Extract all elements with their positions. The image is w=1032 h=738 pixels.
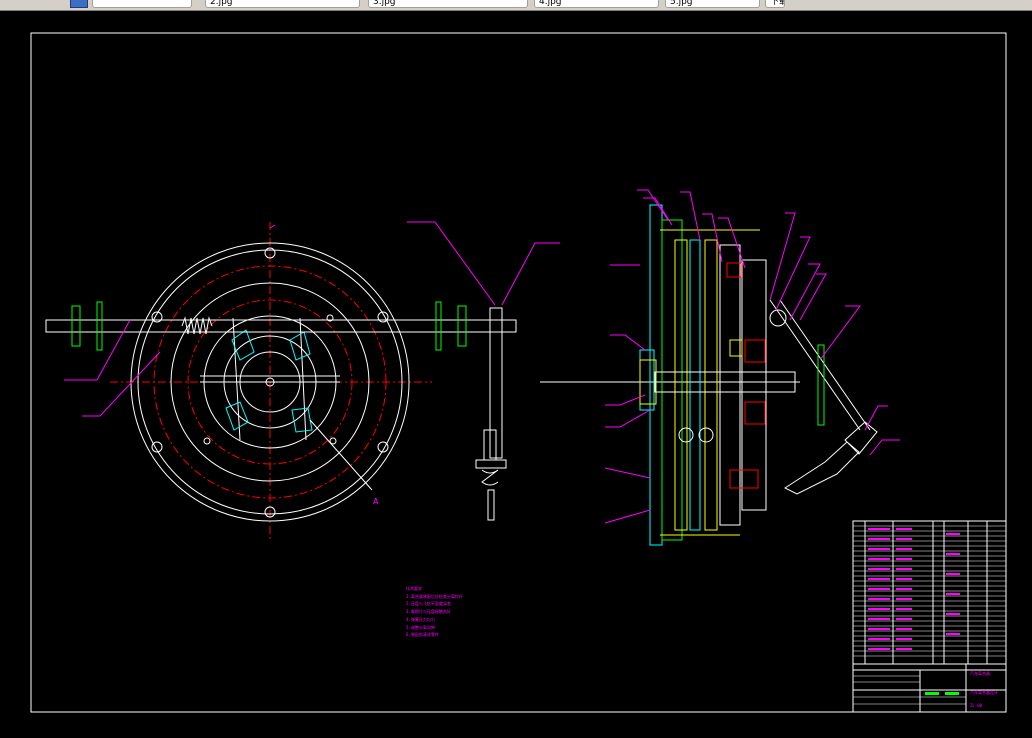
- section-view-leaders: [604, 189, 900, 524]
- section-label: A: [373, 497, 379, 506]
- title-block-unit: 汽车离合器设计: [970, 690, 998, 695]
- drawing-frame: [30, 32, 1007, 713]
- section-view: [540, 204, 878, 546]
- cad-drawing: A: [30, 32, 1007, 713]
- tech-req-item: 3.摩擦片与压盘接触良好: [406, 609, 451, 615]
- tech-req-item: 6.装配前清洗零件: [406, 632, 439, 638]
- tab-4[interactable]: 4.jpg: [534, 0, 659, 8]
- tab-3[interactable]: 3.jpg: [368, 0, 528, 8]
- cad-drawing-canvas: A 技术要求 1.离合器装配后应检查分离杠杆 2.压盘与飞轮平面度误差 3.摩擦…: [0, 10, 1032, 738]
- technical-requirements: 技术要求 1.离合器装配后应检查分离杠杆 2.压盘与飞轮平面度误差 3.摩擦片与…: [406, 585, 466, 639]
- tech-req-item: 5.调整分离间隙: [406, 624, 435, 630]
- tech-req-title: 技术要求: [406, 586, 422, 591]
- tab-2[interactable]: 2.jpg: [205, 0, 360, 8]
- tab-5[interactable]: 5.jpg: [665, 0, 760, 8]
- tech-req-item: 1.离合器装配后应检查分离杠杆: [406, 593, 463, 599]
- tech-req-item: 2.压盘与飞轮平面度误差: [406, 601, 451, 607]
- tech-req-item: 4.弹簧压力均匀: [406, 616, 435, 622]
- title-block-code: ZL-00: [970, 703, 983, 708]
- tab-6[interactable]: 下载: [765, 0, 785, 8]
- front-view: [45, 222, 517, 540]
- front-view-leaders: [64, 221, 560, 491]
- image-icon: [70, 0, 88, 8]
- parts-list-rows: [853, 525, 1006, 705]
- title-block-drawing-name: 汽车离合器: [970, 671, 990, 676]
- tab-1[interactable]: [92, 0, 192, 8]
